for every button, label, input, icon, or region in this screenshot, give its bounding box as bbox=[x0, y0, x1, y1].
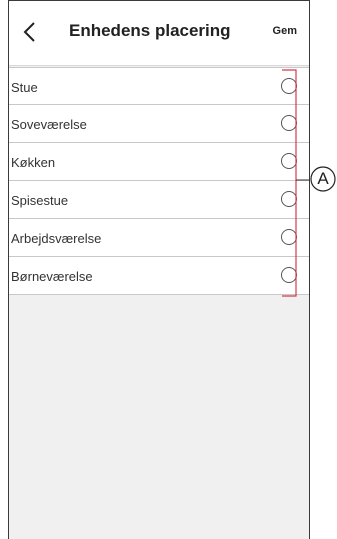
header-bar: Enhedens placering Gem bbox=[9, 1, 309, 66]
room-row-bornevaerelse[interactable]: Børneværelse bbox=[9, 257, 309, 295]
room-label: Soveværelse bbox=[11, 117, 87, 132]
room-row-arbejdsvaerelse[interactable]: Arbejdsværelse bbox=[9, 219, 309, 257]
page-title: Enhedens placering bbox=[69, 21, 231, 40]
screen: Enhedens placering Gem Stue Soveværelse … bbox=[0, 0, 337, 539]
room-row-spisestue[interactable]: Spisestue bbox=[9, 181, 309, 219]
room-label: Køkken bbox=[11, 155, 56, 170]
callout-letter: A bbox=[317, 169, 329, 188]
phone-frame: Enhedens placering Gem Stue Soveværelse … bbox=[8, 0, 310, 539]
room-list: Stue Soveværelse Køkken Spisestue Arbejd… bbox=[9, 67, 309, 295]
room-label: Spisestue bbox=[11, 193, 69, 208]
save-button[interactable]: Gem bbox=[273, 25, 297, 37]
room-label: Stue bbox=[11, 80, 38, 95]
back-chevron-icon[interactable] bbox=[19, 19, 41, 45]
room-row-kokken[interactable]: Køkken bbox=[9, 143, 309, 181]
room-label: Børneværelse bbox=[11, 269, 93, 284]
room-row-stue[interactable]: Stue bbox=[9, 67, 309, 105]
room-row-sovevaerelse[interactable]: Soveværelse bbox=[9, 105, 309, 143]
room-label: Arbejdsværelse bbox=[11, 231, 102, 246]
